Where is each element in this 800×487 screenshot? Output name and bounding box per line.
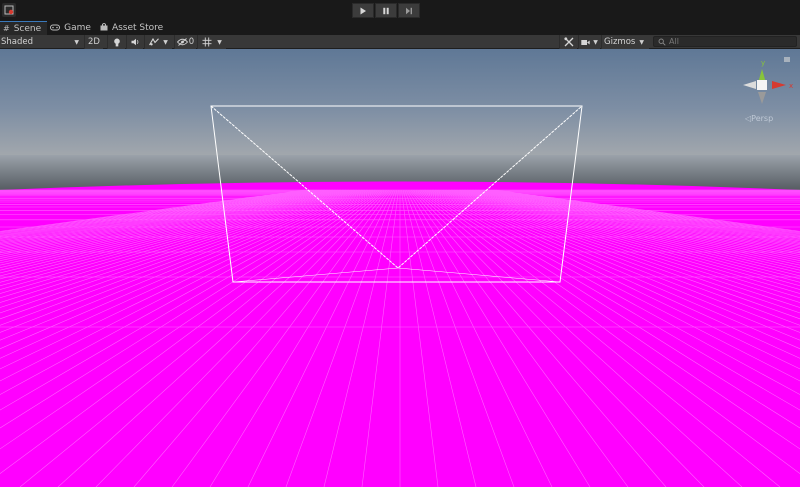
gamepad-icon [50,24,61,33]
tools-icon [563,37,573,47]
lighting-toggle[interactable] [107,35,125,49]
audio-toggle[interactable] [126,35,143,49]
camera-icon [581,39,590,45]
tab-scene[interactable]: # Scene [0,21,48,35]
effects-icon [149,38,160,46]
effects-dropdown[interactable]: ▼ [144,35,172,49]
collab-icon[interactable] [2,3,16,17]
pause-icon [383,7,389,14]
tab-label: Game [64,23,91,33]
tab-label: Asset Store [111,23,164,33]
bag-icon [100,23,108,33]
playback-controls [352,3,420,18]
grid-dropdown[interactable]: ▼ [197,35,226,49]
hidden-objects-toggle[interactable]: 0 [174,35,196,49]
gizmos-label: Gizmos [604,37,636,47]
step-button[interactable] [398,3,420,18]
lightbulb-icon [113,38,120,46]
search-icon [658,38,666,46]
gizmos-dropdown[interactable]: Gizmos ▼ [601,35,649,49]
top-toolbar [0,0,800,21]
chevron-down-icon: ▼ [217,38,222,46]
lock-icon[interactable] [784,57,790,62]
scene-viewport[interactable]: y x [0,49,800,487]
play-icon [360,7,366,14]
sky [0,49,800,157]
2d-label: 2D [88,37,100,47]
tab-asset-store[interactable]: Asset Store [97,21,169,35]
tab-label: Scene [13,23,42,34]
chevron-down-icon: ▼ [74,38,79,46]
draw-mode-dropdown[interactable]: Shaded ▼ [0,35,82,49]
window-tabs: # Scene Game Asset Store [0,21,800,35]
pause-button[interactable] [375,3,397,18]
search-input[interactable]: All [653,36,797,47]
hidden-count: 0 [188,37,195,47]
grid-icon [202,37,212,47]
eye-slash-icon [176,38,188,46]
tab-game[interactable]: Game [47,21,97,35]
camera-dropdown[interactable]: ▼ [578,35,600,49]
gizmo-y-label: y [761,59,765,67]
gizmo-x-label: x [789,82,793,90]
scene-view[interactable]: y x ◁Persp [0,49,800,487]
2d-toggle[interactable]: 2D [84,35,103,49]
step-icon [406,7,412,14]
speaker-icon [131,38,138,46]
gizmo-center-cube[interactable] [757,80,767,90]
tools-toggle[interactable] [559,35,577,49]
draw-mode-label: Shaded [1,37,34,47]
play-button[interactable] [352,3,374,18]
chevron-down-icon: ▼ [593,38,598,46]
grid-icon: # [3,24,10,33]
projection-label[interactable]: ◁Persp [745,114,773,123]
chevron-down-icon: ▼ [163,38,168,46]
search-placeholder: All [669,37,679,46]
chevron-down-icon: ▼ [639,38,644,46]
